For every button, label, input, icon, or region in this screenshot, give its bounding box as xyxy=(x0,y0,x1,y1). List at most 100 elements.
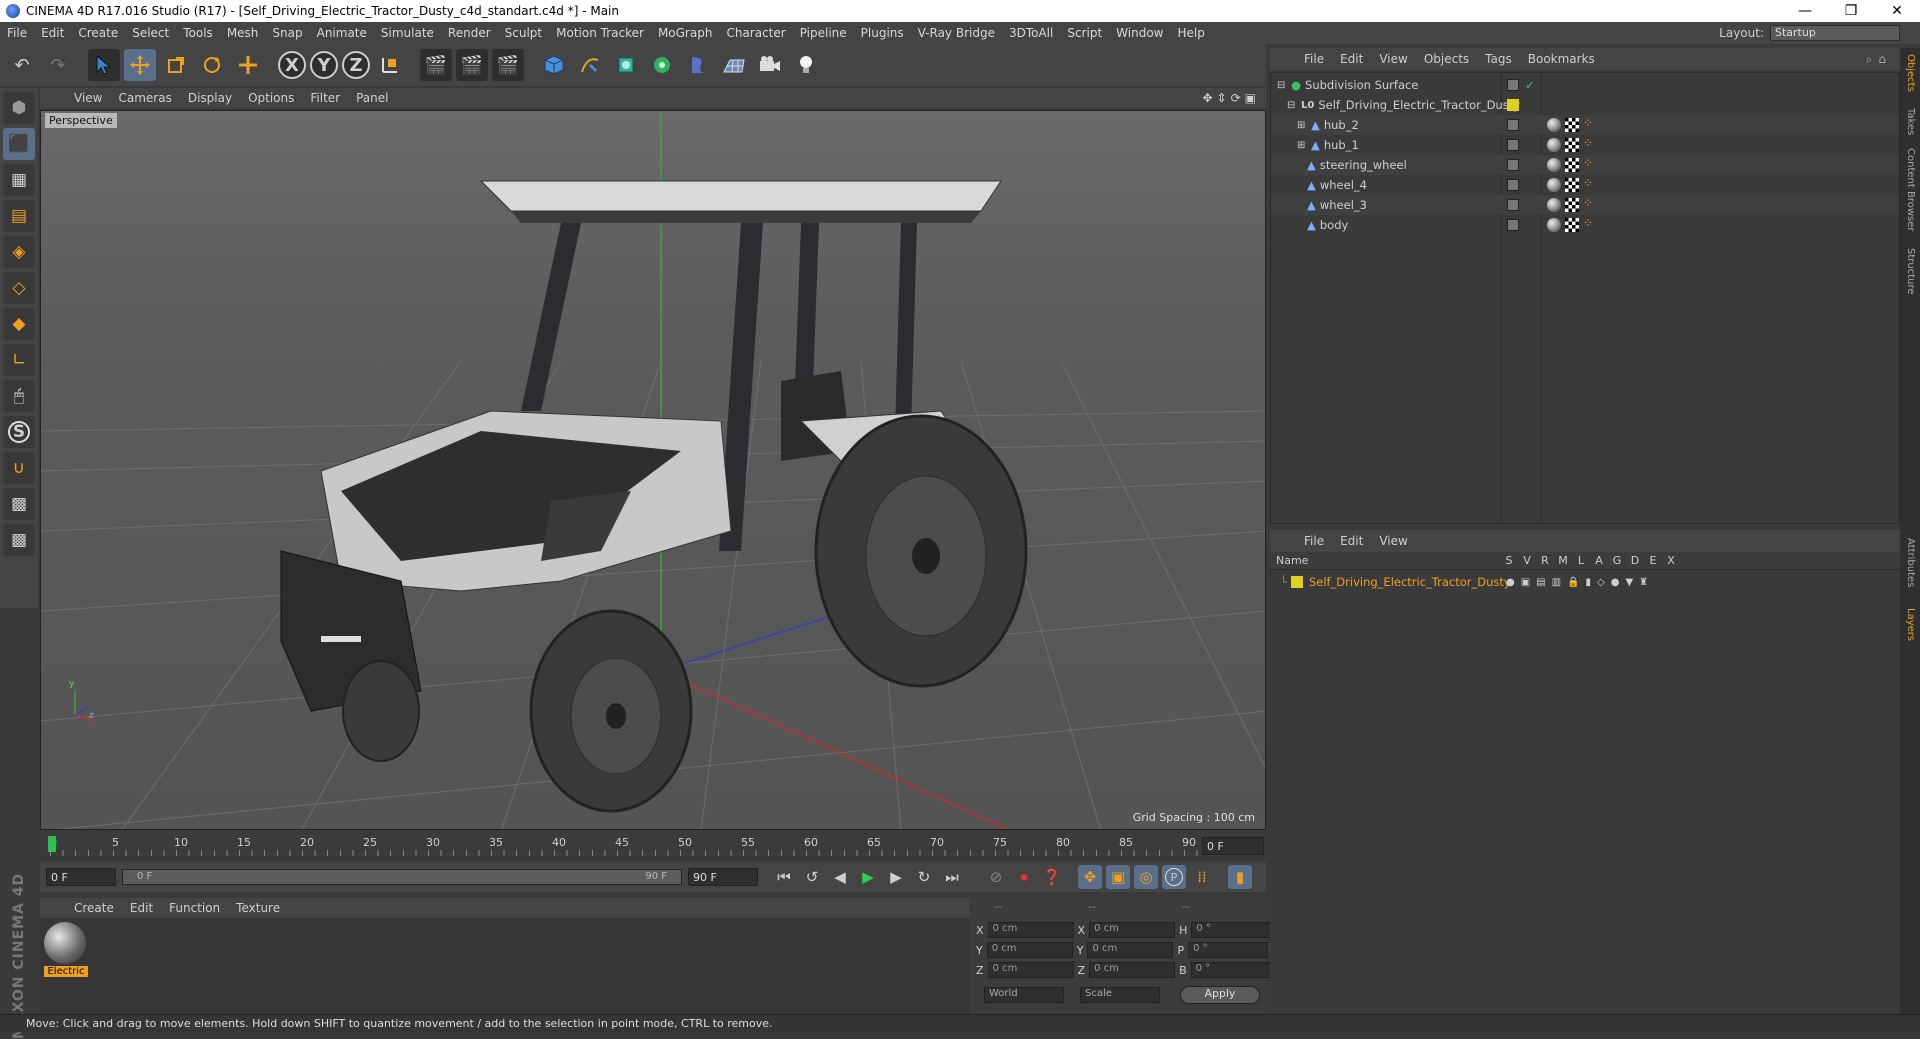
phong-tag-icon[interactable]: ⁘ xyxy=(1583,216,1593,230)
material-tag-icon[interactable] xyxy=(1547,158,1561,172)
menu-motion-tracker[interactable]: Motion Tracker xyxy=(549,26,651,40)
add-cube-button[interactable] xyxy=(538,49,570,81)
key-rotation-button[interactable]: ◎ xyxy=(1134,865,1158,889)
move-tool-button[interactable] xyxy=(124,49,156,81)
object-row[interactable]: ⊟ ● Subdivision Surface ✓ xyxy=(1271,75,1899,95)
model-mode-button[interactable]: ⬛ xyxy=(3,128,35,160)
next-frame-button[interactable]: ▶ xyxy=(884,865,908,889)
layer-menu-edit[interactable]: Edit xyxy=(1332,534,1371,548)
key-pla-button[interactable]: ⁞⁞ xyxy=(1190,865,1214,889)
viewport-menu-filter[interactable]: Filter xyxy=(302,91,348,105)
tab-layers[interactable]: Layers xyxy=(1905,608,1916,641)
object-row[interactable]: ⊟ L0 Self_Driving_Electric_Tractor_Dusty xyxy=(1271,95,1899,115)
tab-objects[interactable]: Objects xyxy=(1905,54,1916,92)
motion-record-button[interactable]: ⊘ xyxy=(984,865,1008,889)
polygons-mode-button[interactable]: ◆ xyxy=(3,308,35,340)
timeline-ruler[interactable]: 0 5 10 15 20 25 30 35 40 45 50 55 60 65 … xyxy=(40,834,1266,858)
playhead[interactable] xyxy=(48,836,56,852)
goto-end-button[interactable]: ⏭ xyxy=(940,865,964,889)
menu-pipeline[interactable]: Pipeline xyxy=(793,26,854,40)
coord-rot-b-field[interactable]: 0 ° xyxy=(1190,962,1271,978)
key-position-button[interactable]: ✥ xyxy=(1078,865,1102,889)
menu-3dtoall[interactable]: 3DToAll xyxy=(1002,26,1060,40)
texture-mode-button[interactable]: ▦ xyxy=(3,164,35,196)
menu-mesh[interactable]: Mesh xyxy=(220,26,266,40)
start-frame-field[interactable]: 0 F xyxy=(46,868,116,886)
object-menu-tags[interactable]: Tags xyxy=(1477,52,1520,66)
object-menu-edit[interactable]: Edit xyxy=(1332,52,1371,66)
uvw-tag-icon[interactable] xyxy=(1565,218,1579,232)
snap-button[interactable]: ∪ xyxy=(3,452,35,484)
phong-tag-icon[interactable]: ⁘ xyxy=(1583,156,1593,170)
layer-row[interactable]: └ Self_Driving_Electric_Tractor_Dusty ●▣… xyxy=(1270,572,1898,592)
menu-plugins[interactable]: Plugins xyxy=(854,26,911,40)
material-tag-icon[interactable] xyxy=(1547,178,1561,192)
phong-tag-icon[interactable]: ⁘ xyxy=(1583,196,1593,210)
coord-pos-y-field[interactable]: 0 cm xyxy=(986,942,1073,958)
object-row[interactable]: ▲ steering_wheel ⁘ xyxy=(1271,155,1899,175)
menu-animate[interactable]: Animate xyxy=(310,26,374,40)
viewport-menu-view[interactable]: View xyxy=(66,91,110,105)
goto-start-button[interactable]: ⏮ xyxy=(772,865,796,889)
material-menu-create[interactable]: Create xyxy=(66,901,122,915)
layer-toggle-icons[interactable]: ●▣▤▥🔒▮◇●▼♜ xyxy=(1506,577,1654,588)
prev-frame-button[interactable]: ◀ xyxy=(828,865,852,889)
uvw-tag-icon[interactable] xyxy=(1565,158,1579,172)
coordinate-system-button[interactable] xyxy=(374,49,406,81)
phong-tag-icon[interactable]: ⁘ xyxy=(1583,116,1593,130)
close-button[interactable]: ✕ xyxy=(1874,3,1920,19)
make-editable-button[interactable]: ⬢ xyxy=(3,92,35,124)
play-button[interactable]: ▶ xyxy=(856,865,880,889)
menu-snap[interactable]: Snap xyxy=(265,26,309,40)
coord-size-z-field[interactable]: 0 cm xyxy=(1089,962,1176,978)
autokey-button[interactable]: ❓ xyxy=(1040,865,1064,889)
material-swatch[interactable]: Electric xyxy=(44,922,88,978)
redo-button[interactable]: ↷ xyxy=(42,49,74,81)
uvw-tag-icon[interactable] xyxy=(1565,138,1579,152)
material-menu-edit[interactable]: Edit xyxy=(122,901,161,915)
tweak-mode-button[interactable]: 🖱 xyxy=(3,380,35,412)
object-row[interactable]: ▲ wheel_3 ⁘ xyxy=(1271,195,1899,215)
phong-tag-icon[interactable]: ⁘ xyxy=(1583,136,1593,150)
object-manager-search-home-icons[interactable]: ⌕⌂ xyxy=(1866,52,1900,67)
grid-snap-button[interactable]: ▩ xyxy=(3,524,35,556)
minimize-button[interactable]: — xyxy=(1782,3,1828,19)
menu-sculpt[interactable]: Sculpt xyxy=(498,26,549,40)
object-row[interactable]: ▲ body ⁘ xyxy=(1271,215,1899,235)
render-view-button[interactable]: 🎬 xyxy=(420,49,452,81)
solo-mode-button[interactable]: S xyxy=(3,416,35,448)
end-frame-field[interactable]: 90 F xyxy=(688,868,758,886)
menu-file[interactable]: File xyxy=(0,26,34,40)
add-light-button[interactable] xyxy=(790,49,822,81)
coord-pos-x-field[interactable]: 0 cm xyxy=(987,922,1074,938)
maximize-button[interactable]: ❐ xyxy=(1828,3,1874,19)
key-scale-button[interactable]: ▣ xyxy=(1106,865,1130,889)
add-deformer-button[interactable] xyxy=(682,49,714,81)
viewport-menu-panel[interactable]: Panel xyxy=(348,91,396,105)
y-axis-toggle[interactable]: Y xyxy=(310,51,338,79)
object-row[interactable]: ▲ wheel_4 ⁘ xyxy=(1271,175,1899,195)
object-menu-file[interactable]: File xyxy=(1296,52,1332,66)
object-row[interactable]: ⊞ ▲ hub_1 ⁘ xyxy=(1271,135,1899,155)
menu-simulate[interactable]: Simulate xyxy=(374,26,441,40)
object-row[interactable]: ⊞ ▲ hub_2 ⁘ xyxy=(1271,115,1899,135)
viewport-menu-cameras[interactable]: Cameras xyxy=(110,91,179,105)
uvw-tag-icon[interactable] xyxy=(1565,198,1579,212)
phong-tag-icon[interactable]: ⁘ xyxy=(1583,176,1593,190)
select-tool-button[interactable] xyxy=(88,49,120,81)
coord-rot-h-field[interactable]: 0 ° xyxy=(1191,922,1272,938)
coord-pos-z-field[interactable]: 0 cm xyxy=(987,962,1074,978)
material-tag-icon[interactable] xyxy=(1547,218,1561,232)
layout-select[interactable]: Startup xyxy=(1770,25,1900,41)
tab-structure[interactable]: Structure xyxy=(1905,248,1916,295)
menu-character[interactable]: Character xyxy=(719,26,792,40)
material-tag-icon[interactable] xyxy=(1547,118,1561,132)
uvw-tag-icon[interactable] xyxy=(1565,118,1579,132)
layer-color-swatch[interactable] xyxy=(1507,99,1519,111)
add-camera-button[interactable] xyxy=(754,49,786,81)
menu-mograph[interactable]: MoGraph xyxy=(651,26,720,40)
coord-space-select[interactable]: World xyxy=(984,987,1064,1003)
render-picture-viewer-button[interactable]: 🎬 xyxy=(456,49,488,81)
menu-script[interactable]: Script xyxy=(1060,26,1109,40)
tab-attributes[interactable]: Attributes xyxy=(1905,538,1916,587)
